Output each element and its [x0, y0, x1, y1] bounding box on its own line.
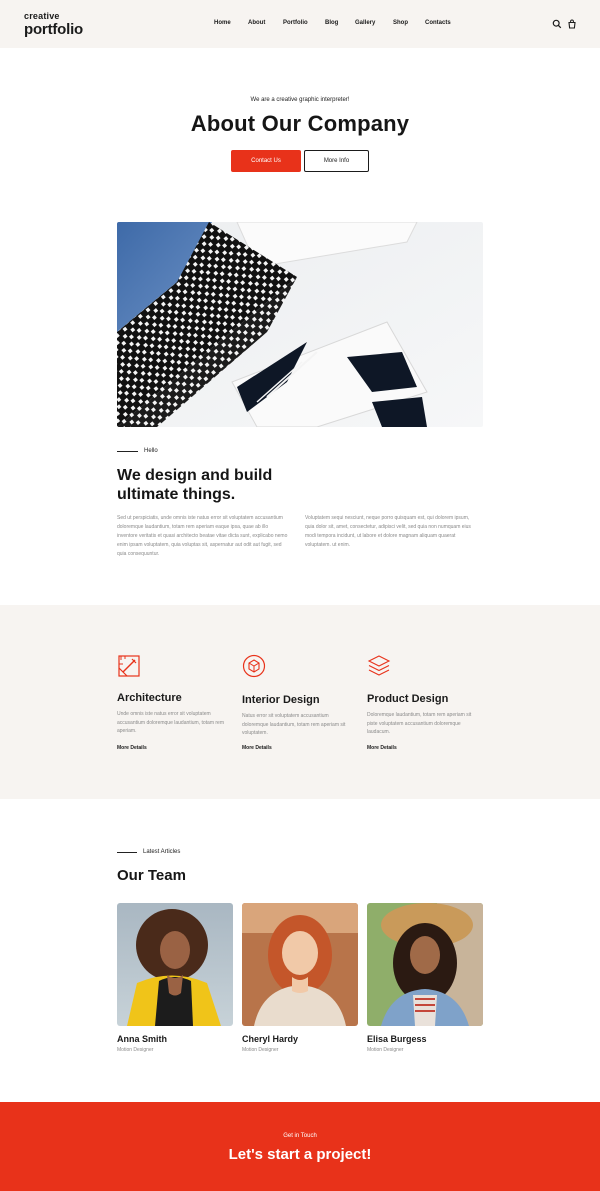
architecture-icon	[118, 655, 140, 677]
hero-subtitle: We are a creative graphic interpreter!	[250, 97, 350, 103]
cta-subtitle: Get in Touch	[283, 1133, 317, 1139]
intro-paragraph-left: Sed ut perspiciatis, unde omnis iste nat…	[117, 515, 288, 557]
intro-title: We design and build ultimate things.	[117, 467, 273, 503]
logo[interactable]: creative portfolio	[24, 11, 84, 38]
nav-item-contacts[interactable]: Contacts	[425, 20, 451, 26]
service-interior-design: Interior Design Natus error sit voluptat…	[242, 654, 362, 804]
team-member-photo[interactable]	[367, 903, 483, 1026]
nav-item-about[interactable]: About	[248, 20, 265, 26]
interior-design-icon	[242, 654, 266, 678]
service-desc: Unde omnis iste natus error sit voluptat…	[117, 711, 224, 734]
logo-line-2: portfolio	[24, 21, 84, 38]
services-section: Architecture Unde omnis iste natus error…	[0, 605, 600, 799]
team-member-photo[interactable]	[117, 903, 233, 1026]
team-member-photo[interactable]	[242, 903, 358, 1026]
more-details-link[interactable]: More Details	[117, 745, 147, 751]
more-details-link[interactable]: More Details	[242, 745, 272, 751]
team-member-role: Motion Designer	[367, 1047, 404, 1053]
team-member-name: Elisa Burgess	[367, 1034, 427, 1044]
service-product-design: Product Design Doloremque laudantium, to…	[367, 654, 487, 804]
service-desc: Doloremque laudantium, totam rem aperiam…	[367, 712, 472, 735]
logo-line-1: creative	[24, 11, 60, 21]
cart-icon[interactable]	[567, 19, 577, 29]
nav-item-shop[interactable]: Shop	[393, 20, 408, 26]
page-title: About Our Company	[190, 111, 410, 136]
more-info-button[interactable]: More Info	[304, 150, 369, 172]
team-title: Our Team	[117, 867, 186, 884]
cta-banner: Get in Touch Let's start a project!	[0, 1102, 600, 1191]
contact-us-button[interactable]: Contact Us	[231, 150, 301, 172]
service-title: Architecture	[117, 692, 182, 704]
intro-paragraph-right: Voluptatem sequi nesciunt, neque porro q…	[305, 515, 471, 548]
cta-title[interactable]: Let's start a project!	[0, 1146, 600, 1163]
service-desc: Natus error sit voluptatem accusantium d…	[242, 713, 346, 736]
nav-item-portfolio[interactable]: Portfolio	[283, 20, 308, 26]
nav-item-blog[interactable]: Blog	[325, 20, 338, 26]
team-member-role: Motion Designer	[117, 1047, 154, 1053]
team-divider	[117, 852, 137, 853]
nav-item-home[interactable]: Home	[214, 20, 231, 26]
product-design-icon	[367, 655, 391, 676]
service-architecture: Architecture Unde omnis iste natus error…	[117, 654, 237, 804]
team-eyebrow: Latest Articles	[143, 849, 181, 855]
hello-divider	[117, 451, 138, 452]
feature-image	[117, 222, 483, 427]
site-header: creative portfolio Home About Portfolio …	[0, 0, 600, 48]
service-title: Interior Design	[242, 694, 320, 706]
team-member-name: Cheryl Hardy	[242, 1034, 299, 1044]
more-details-link[interactable]: More Details	[367, 745, 397, 751]
hello-eyebrow: Hello	[144, 448, 158, 454]
team-member-role: Motion Designer	[242, 1047, 279, 1053]
team-member-name: Anna Smith	[117, 1034, 168, 1044]
search-icon[interactable]	[552, 19, 562, 29]
service-title: Product Design	[367, 693, 449, 705]
nav-item-gallery[interactable]: Gallery	[355, 20, 375, 26]
